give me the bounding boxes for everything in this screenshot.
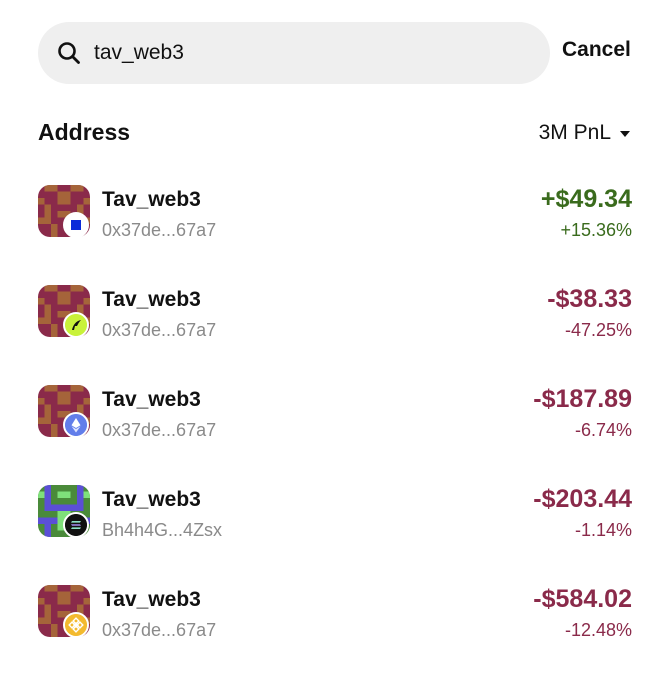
pnl-percent: -47.25%	[564, 320, 632, 340]
wallet-address: 0x37de...67a7	[102, 620, 217, 640]
wallet-name: Tav_web3	[102, 488, 201, 511]
bnb-chain-icon	[63, 612, 89, 638]
address-result-row[interactable]: Tav_web3 0x37de...67a7 -$38.33 -47.25%	[0, 285, 670, 385]
pnl-amount: -$203.44	[533, 485, 632, 513]
pnl-period-label: 3M PnL	[538, 121, 611, 144]
wallet-name: Tav_web3	[102, 388, 201, 411]
avatar	[38, 285, 90, 338]
solana-icon	[63, 512, 89, 538]
search-bar[interactable]	[38, 22, 550, 84]
pnl-amount: -$187.89	[533, 385, 632, 413]
wallet-name: Tav_web3	[102, 588, 201, 611]
pnl-percent: -12.48%	[564, 620, 632, 640]
avatar	[38, 485, 90, 538]
address-result-row[interactable]: Tav_web3 0x37de...67a7 +$49.34 +15.36%	[0, 185, 670, 285]
wallet-name: Tav_web3	[102, 188, 201, 211]
wallet-address: 0x37de...67a7	[102, 320, 217, 340]
search-icon	[56, 40, 82, 66]
address-result-row[interactable]: Tav_web3 Bh4h4G...4Zsx -$203.44 -1.14%	[0, 485, 670, 585]
address-result-row[interactable]: Tav_web3 0x37de...67a7 -$187.89 -6.74%	[0, 385, 670, 485]
avatar	[38, 385, 90, 438]
caret-down-icon	[620, 131, 630, 137]
search-input[interactable]	[94, 22, 534, 84]
section-title: Address	[38, 119, 131, 145]
avatar	[38, 585, 90, 638]
pnl-percent: -6.74%	[574, 420, 632, 440]
robinhood-chain-icon	[63, 312, 89, 338]
pnl-period-dropdown[interactable]: 3M PnL	[539, 121, 630, 145]
cancel-button[interactable]: Cancel	[562, 38, 631, 62]
wallet-address: 0x37de...67a7	[102, 220, 217, 240]
wallet-address: 0x37de...67a7	[102, 420, 217, 440]
search-results-page: Cancel Address 3M PnL	[0, 0, 670, 680]
wallet-address: Bh4h4G...4Zsx	[102, 520, 223, 540]
base-chain-icon	[63, 212, 89, 238]
pnl-percent: -1.14%	[574, 520, 632, 540]
address-result-row[interactable]: Tav_web3 0x37de...67a7 -$584.02 -12.48%	[0, 585, 670, 680]
ethereum-icon	[63, 412, 89, 438]
pnl-amount: -$38.33	[547, 285, 632, 313]
pnl-percent: +15.36%	[560, 220, 632, 240]
pnl-amount: -$584.02	[533, 585, 632, 613]
pnl-amount: +$49.34	[540, 185, 632, 213]
wallet-name: Tav_web3	[102, 288, 201, 311]
avatar	[38, 185, 90, 238]
